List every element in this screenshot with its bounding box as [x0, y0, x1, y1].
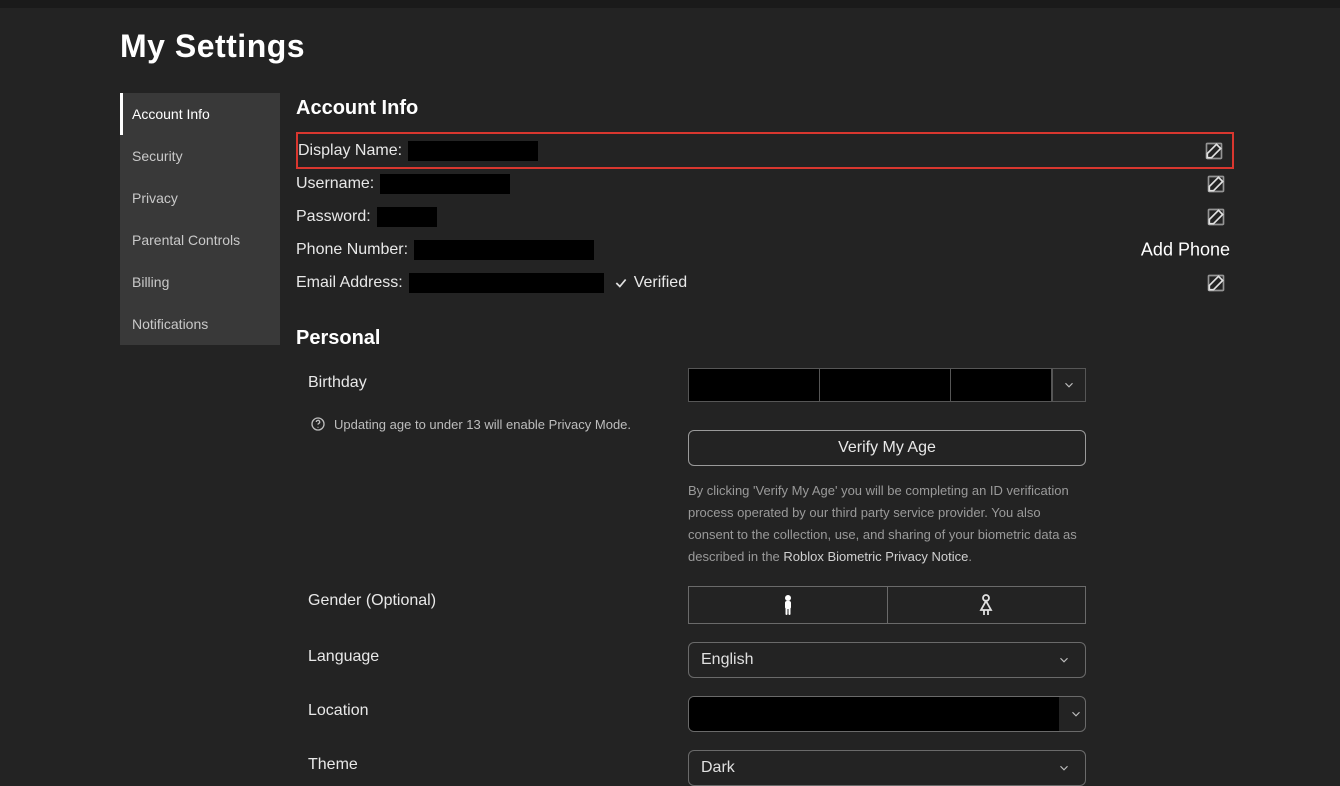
email-row: Email Address: Verified	[296, 266, 1234, 299]
phone-value-redacted	[414, 240, 594, 260]
edit-icon	[1206, 174, 1226, 194]
language-select[interactable]: English	[688, 642, 1086, 678]
chevron-down-icon	[1059, 707, 1085, 721]
edit-icon	[1206, 207, 1226, 227]
birthday-row: Birthday Updating age to under 13 will e…	[296, 368, 1234, 568]
display-name-label: Display Name:	[298, 142, 402, 160]
verify-age-button[interactable]: Verify My Age	[688, 430, 1086, 466]
verify-fineprint-suffix: .	[968, 549, 972, 564]
sidebar-item-label: Account Info	[132, 106, 210, 122]
birthday-day-select[interactable]	[819, 368, 950, 402]
theme-label: Theme	[296, 750, 688, 774]
chevron-down-icon	[1062, 378, 1076, 392]
sidebar-item-label: Privacy	[132, 190, 178, 206]
language-label: Language	[296, 642, 688, 666]
male-icon	[780, 594, 796, 616]
biometric-privacy-link[interactable]: Roblox Biometric Privacy Notice	[783, 549, 968, 564]
phone-row: Phone Number: Add Phone	[296, 233, 1234, 266]
gender-toggle-group	[688, 586, 1086, 624]
account-info-heading: Account Info	[296, 97, 1234, 120]
birthday-select-group	[688, 368, 1086, 402]
settings-sidebar: Account Info Security Privacy Parental C…	[120, 93, 280, 345]
theme-select[interactable]: Dark	[688, 750, 1086, 786]
password-label: Password:	[296, 208, 371, 226]
sidebar-item-billing[interactable]: Billing	[120, 261, 280, 303]
email-verified-badge: Verified	[614, 274, 687, 292]
help-icon	[310, 416, 326, 432]
username-row: Username:	[296, 167, 1234, 200]
edit-icon	[1204, 141, 1224, 161]
verified-text: Verified	[634, 274, 687, 292]
theme-value: Dark	[701, 759, 735, 777]
topbar	[0, 0, 1340, 8]
birthday-hint: Updating age to under 13 will enable Pri…	[308, 416, 688, 432]
check-icon	[614, 276, 628, 290]
birthday-label: Birthday	[308, 374, 688, 392]
password-row: Password:	[296, 200, 1234, 233]
sidebar-item-label: Parental Controls	[132, 232, 240, 248]
sidebar-item-parental-controls[interactable]: Parental Controls	[120, 219, 280, 261]
theme-row: Theme Dark	[296, 750, 1234, 786]
username-value-redacted	[380, 174, 510, 194]
username-label: Username:	[296, 175, 374, 193]
sidebar-item-label: Notifications	[132, 316, 208, 332]
display-name-row: Display Name:	[296, 132, 1234, 169]
birthday-month-select[interactable]	[688, 368, 819, 402]
phone-label: Phone Number:	[296, 241, 408, 259]
gender-label: Gender (Optional)	[296, 586, 688, 610]
edit-display-name-button[interactable]	[1204, 141, 1224, 161]
edit-username-button[interactable]	[1206, 174, 1226, 194]
gender-male-button[interactable]	[688, 586, 887, 624]
email-label: Email Address:	[296, 274, 403, 292]
edit-icon	[1206, 273, 1226, 293]
chevron-down-icon	[1047, 761, 1073, 775]
page-title: My Settings	[120, 28, 1340, 65]
sidebar-item-privacy[interactable]: Privacy	[120, 177, 280, 219]
sidebar-item-security[interactable]: Security	[120, 135, 280, 177]
location-label: Location	[296, 696, 688, 720]
chevron-down-icon	[1047, 653, 1073, 667]
location-value-redacted	[689, 697, 1059, 731]
edit-password-button[interactable]	[1206, 207, 1226, 227]
birthday-dropdown-toggle[interactable]	[1052, 368, 1086, 402]
location-row: Location	[296, 696, 1234, 732]
sidebar-item-label: Billing	[132, 274, 169, 290]
gender-row: Gender (Optional)	[296, 586, 1234, 624]
display-name-value-redacted	[408, 141, 538, 161]
gender-female-button[interactable]	[887, 586, 1087, 624]
personal-heading: Personal	[296, 327, 1234, 350]
edit-email-button[interactable]	[1206, 273, 1226, 293]
sidebar-item-notifications[interactable]: Notifications	[120, 303, 280, 345]
female-icon	[977, 594, 995, 616]
location-select[interactable]	[688, 696, 1086, 732]
birthday-year-select[interactable]	[950, 368, 1052, 402]
language-row: Language English	[296, 642, 1234, 678]
sidebar-item-label: Security	[132, 148, 183, 164]
sidebar-item-account-info[interactable]: Account Info	[120, 93, 280, 135]
add-phone-button[interactable]: Add Phone	[1141, 239, 1230, 260]
verify-fineprint: By clicking 'Verify My Age' you will be …	[688, 480, 1086, 568]
language-value: English	[701, 651, 753, 669]
password-value-redacted	[377, 207, 437, 227]
birthday-hint-text: Updating age to under 13 will enable Pri…	[334, 417, 631, 432]
email-value-redacted	[409, 273, 604, 293]
